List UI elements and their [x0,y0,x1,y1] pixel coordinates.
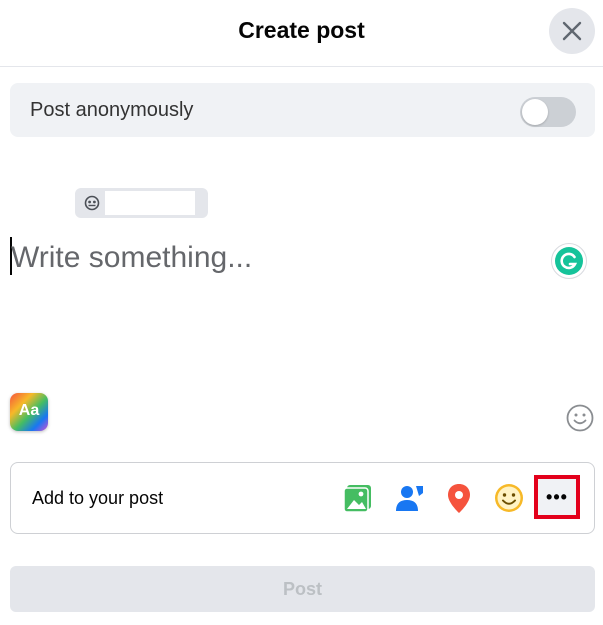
more-icon: ••• [546,487,568,507]
mask-icon [84,195,100,211]
post-anonymously-label: Post anonymously [30,99,194,121]
post-button-label: Post [282,579,322,599]
feeling-icon[interactable] [492,481,526,515]
close-icon [562,21,582,41]
dialog-header: Create post [0,0,603,67]
tag-people-icon[interactable] [392,481,426,515]
smiley-icon[interactable] [565,403,595,433]
grammarly-button[interactable] [551,243,587,279]
close-button[interactable] [549,8,595,54]
background-style-label: Aa [18,402,40,419]
dialog-title: Create post [238,17,365,43]
location-icon[interactable] [442,481,476,515]
anonymous-toggle[interactable] [520,97,576,127]
post-button[interactable]: Post [10,566,595,612]
add-to-post-bar: Add to your post ••• [10,462,595,534]
grammarly-icon [555,247,583,275]
post-composer[interactable]: Write something... [11,238,252,278]
toggle-knob [522,99,548,125]
more-options-button[interactable]: ••• [534,475,580,519]
audience-selector[interactable] [75,188,208,218]
background-style-button[interactable]: Aa [10,393,48,431]
photo-video-icon[interactable] [341,481,375,515]
audience-name [105,191,195,215]
add-to-post-label: Add to your post [32,488,164,508]
post-anonymously-row[interactable]: Post anonymously [10,83,595,137]
